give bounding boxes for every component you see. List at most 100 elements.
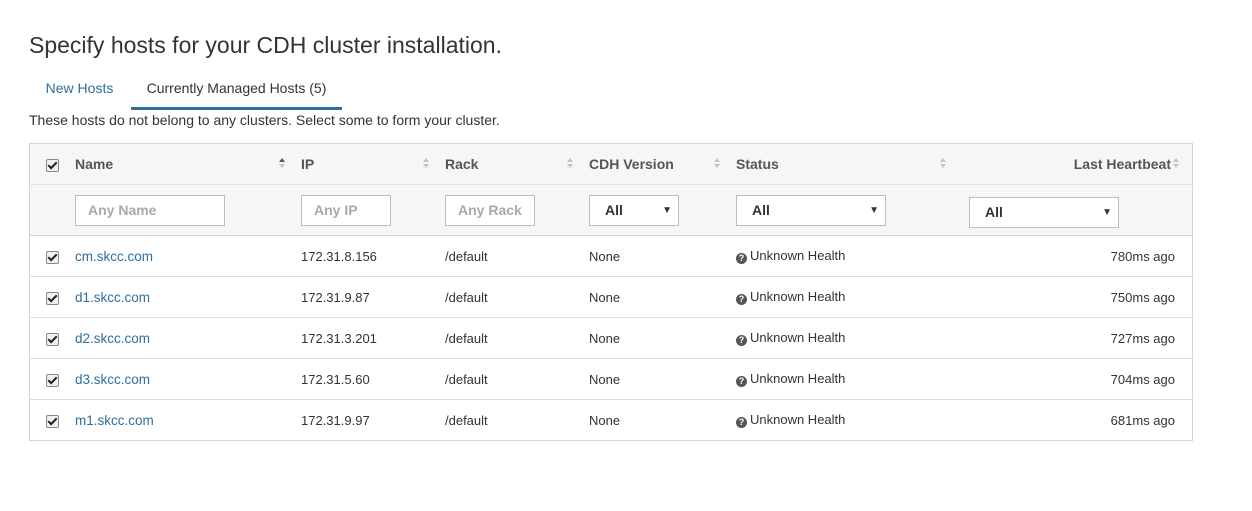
host-rack: /default [445,317,589,359]
question-circle-icon: ? [736,335,747,346]
host-cdh-version: None [589,412,621,428]
row-select-checkbox[interactable] [46,373,59,387]
dropdown-arrow-icon: ▼ [1102,207,1112,218]
host-name-cell: m1.skcc.com [75,400,301,441]
table-row: m1.skcc.com 172.31.9.97 /default None ? U… [30,400,1193,441]
ip-filter-input[interactable] [301,194,391,226]
host-rack: /default [445,235,589,277]
row-select-cell [29,276,75,318]
column-header-ip[interactable]: IP [301,143,445,185]
column-header-cdh-version-label: CDH Version [589,156,674,172]
column-header-rack-label: Rack [445,156,479,172]
host-status: Unknown Health [750,412,846,427]
host-status: Unknown Health [750,330,846,345]
rack-filter-input[interactable] [445,194,535,226]
host-last-heartbeat-cell: 704ms ago [963,358,1193,400]
host-cdh-version: None [589,358,736,400]
column-header-ip-label: IP [301,156,315,172]
row-select-checkbox[interactable] [46,250,59,264]
sort-icon[interactable] [1173,158,1179,170]
name-filter-input[interactable] [75,194,225,226]
host-cdh-version: None [589,276,736,318]
host-name-cell: d2.skcc.com [75,317,301,359]
hosts-table-body: cm.skcc.com 172.31.8.156 /default None ?… [29,235,1193,441]
hosts-table: Name IP Rack CDH Version Status Last Hea… [29,143,1193,441]
cdh-version-filter-select[interactable]: All ▼ [589,194,679,226]
row-select-checkbox[interactable] [46,414,59,428]
column-header-status-label: Status [736,156,779,172]
filter-cell-empty [29,184,75,236]
dropdown-arrow-icon: ▼ [869,204,879,216]
host-name-link[interactable]: d3.skcc.com [75,372,150,387]
table-filter-row: All ▼ All ▼ All ▼ [29,184,1193,236]
filter-cell-status: All ▼ [736,184,963,236]
status-filter-value: All [752,201,770,218]
host-ip: 172.31.3.201 [301,317,445,359]
host-status: Unknown Health [750,289,846,304]
host-status-cell: ? Unknown Health [736,400,963,441]
select-all-checkbox[interactable] [46,158,59,172]
filter-cell-last-heartbeat: All ▼ [963,184,1193,236]
sort-ascending-icon[interactable] [279,158,285,170]
host-name-cell: d3.skcc.com [75,358,301,400]
filter-cell-rack [445,184,589,236]
row-select-cell [29,235,75,277]
row-select-cell [30,400,76,441]
host-name-link[interactable]: d2.skcc.com [75,331,150,346]
filter-cell-name [75,184,301,236]
sort-icon[interactable] [714,158,720,170]
question-circle-icon: ? [736,253,747,264]
host-status: Unknown Health [750,248,846,263]
host-name-link[interactable]: cm.skcc.com [75,249,153,264]
status-filter-select[interactable]: All ▼ [736,194,886,226]
column-header-name[interactable]: Name [75,143,301,185]
column-header-rack[interactable]: Rack [445,143,589,185]
sort-icon[interactable] [423,158,429,170]
host-ip: 172.31.5.60 [301,358,445,400]
host-rack: /default [445,358,589,400]
host-ip: 172.31.9.87 [301,276,445,318]
host-ip: 172.31.8.156 [301,235,445,277]
last-heartbeat-filter-value: All [985,204,1003,220]
host-status-cell: ? Unknown Health [736,358,963,400]
host-tabs: New Hosts Currently Managed Hosts (5) [29,70,529,110]
host-rack: /default [445,412,488,428]
row-select-checkbox[interactable] [46,291,59,305]
select-all-cell [29,143,75,185]
row-select-checkbox[interactable] [46,332,59,346]
row-select-cell [29,358,75,400]
column-header-cdh-version[interactable]: CDH Version [589,143,736,185]
table-row: cm.skcc.com 172.31.8.156 /default None ?… [29,235,1193,277]
tab-new-hosts[interactable]: New Hosts [29,70,130,107]
host-ip: 172.31.9.97 [301,412,370,428]
host-last-heartbeat-cell: 681ms ago [963,400,1193,441]
host-name-cell: cm.skcc.com [75,235,301,277]
table-row: d3.skcc.com 172.31.5.60 /default None ? U… [29,358,1193,400]
host-name-link[interactable]: d1.skcc.com [75,290,150,305]
host-status-cell: ? Unknown Health [736,235,963,277]
column-header-last-heartbeat-label: Last Heartbeat [1073,156,1171,172]
column-header-status[interactable]: Status [736,143,963,185]
host-name-link[interactable]: m1.skcc.com [75,413,154,428]
host-last-heartbeat-cell: 727ms ago [963,317,1193,359]
host-cdh-version: None [589,235,736,277]
host-status-cell: ? Unknown Health [736,276,963,318]
table-row: d2.skcc.com 172.31.3.201 /default None ?… [29,317,1193,359]
column-header-last-heartbeat[interactable]: Last Heartbeat [963,143,1193,185]
host-last-heartbeat: 780ms ago [1110,248,1175,264]
filter-cell-ip [301,184,445,236]
table-header-row: Name IP Rack CDH Version Status Last Hea… [29,143,1193,185]
host-last-heartbeat: 727ms ago [1110,330,1175,346]
sort-icon[interactable] [567,158,573,170]
tab-currently-managed-hosts[interactable]: Currently Managed Hosts (5) [131,70,342,110]
column-header-name-label: Name [75,156,114,172]
host-cdh-version: None [589,317,736,359]
host-last-heartbeat-cell: 780ms ago [963,235,1193,277]
question-circle-icon: ? [736,417,747,428]
filter-cell-cdh-version: All ▼ [589,184,736,236]
sort-icon[interactable] [940,158,946,170]
host-rack: /default [445,276,589,318]
tab-description: These hosts do not belong to any cluster… [29,112,500,128]
page-title: Specify hosts for your CDH cluster insta… [29,32,502,58]
last-heartbeat-filter-select[interactable]: All ▼ [969,197,1119,228]
